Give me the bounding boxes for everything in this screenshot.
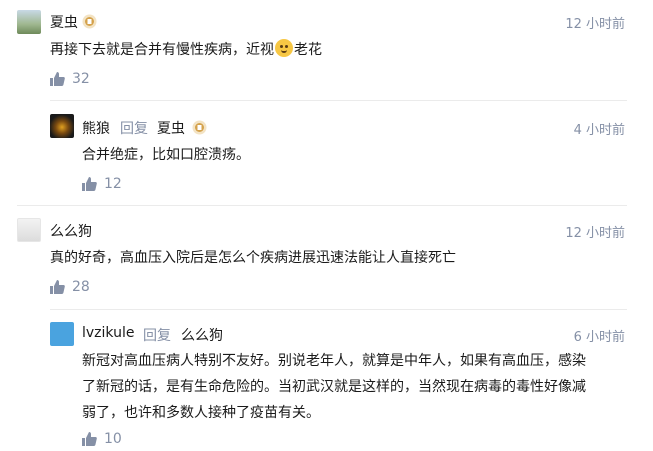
divider: [17, 205, 627, 206]
comment-content: 合并绝症，比如口腔溃疡。: [82, 147, 250, 163]
divider: [50, 309, 627, 310]
reply-to-name[interactable]: 夏虫: [157, 118, 185, 138]
like-button[interactable]: 28: [50, 279, 90, 295]
divider: [50, 100, 627, 101]
author-name[interactable]: 么么狗: [50, 221, 92, 241]
thumb-up-icon: [82, 432, 97, 446]
avatar[interactable]: [17, 10, 41, 34]
reply-label: 回复: [120, 121, 148, 137]
comment-time: 12 小时前: [565, 17, 625, 32]
comment-content: 新冠对高血压病人特别不友好。别说老年人，就算是中年人，如果有高血压，感染 了新冠…: [82, 348, 586, 426]
like-count: 28: [72, 279, 90, 295]
thumb-up-icon: [82, 177, 97, 191]
thumb-up-icon: [50, 280, 65, 294]
comment-time: 4 小时前: [573, 123, 625, 138]
like-count: 32: [72, 71, 90, 87]
smile-emoji-icon: [275, 39, 293, 57]
like-button[interactable]: 32: [50, 71, 90, 87]
avatar[interactable]: [50, 322, 74, 346]
comment-text: 老花: [294, 42, 322, 58]
avatar[interactable]: [17, 218, 41, 242]
comment-content: 真的好奇，高血压入院后是怎么个疾病进展迅速法能让人直接死亡: [50, 250, 456, 266]
reply-label: 回复: [143, 328, 171, 344]
like-count: 10: [104, 431, 122, 447]
thumb-up-icon: [50, 72, 65, 86]
like-button[interactable]: 12: [82, 176, 122, 192]
author-name[interactable]: 夏虫: [50, 12, 78, 32]
member-badge-icon: [192, 120, 207, 135]
comment-line: 弱了，也许和多数人接种了疫苗有关。: [82, 405, 320, 421]
member-badge-icon: [82, 14, 97, 29]
comment-time: 12 小时前: [565, 226, 625, 241]
avatar[interactable]: [50, 114, 74, 138]
comment-line: 新冠对高血压病人特别不友好。别说老年人，就算是中年人，如果有高血压，感染: [82, 353, 586, 369]
comment-text: 再接下去就是合并有慢性疾病，近视: [50, 42, 274, 58]
like-count: 12: [104, 176, 122, 192]
author-name[interactable]: lvzikule: [82, 325, 134, 341]
comment-content: 再接下去就是合并有慢性疾病，近视 老花: [50, 37, 322, 63]
reply-to-name[interactable]: 么么狗: [181, 325, 223, 345]
comment-line: 了新冠的话，是有生命危险的。当初武汉就是这样的，当然现在病毒的毒性好像减: [82, 379, 586, 395]
author-name[interactable]: 熊狼: [82, 118, 110, 138]
like-button[interactable]: 10: [82, 431, 122, 447]
comment-time: 6 小时前: [573, 330, 625, 345]
